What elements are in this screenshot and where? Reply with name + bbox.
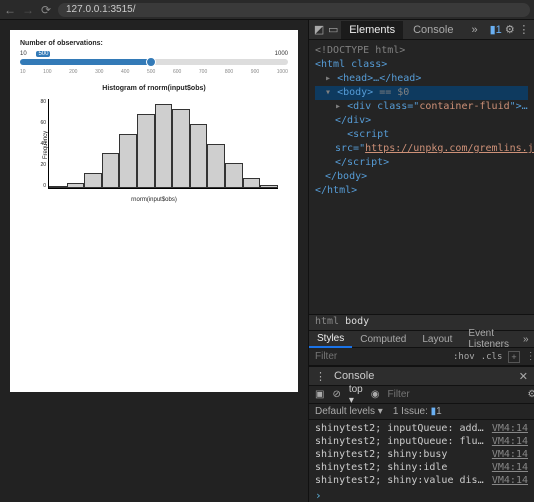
plot-xlabel: rnorm(input$obs) xyxy=(20,197,288,203)
tab-elements[interactable]: Elements xyxy=(341,21,403,39)
console-source-link[interactable]: VM4:14 xyxy=(492,436,528,447)
tab-more[interactable]: » xyxy=(463,21,485,39)
inspect-icon[interactable]: ◩ xyxy=(313,23,325,36)
slider-fill xyxy=(20,59,151,65)
dom-html-close: </html> xyxy=(315,184,528,198)
dom-tree[interactable]: <!DOCTYPE html> <html class> ▸ <head>…</… xyxy=(309,40,534,314)
close-icon[interactable]: ✕ xyxy=(519,370,528,383)
tab-console[interactable]: Console xyxy=(405,21,461,39)
forward-icon[interactable]: → xyxy=(22,3,34,17)
slider-min: 10 xyxy=(20,51,27,57)
console-source-link[interactable]: VM4:14 xyxy=(492,423,528,434)
styles-filter-row: :hov .cls + ⋮ xyxy=(309,348,534,366)
reload-icon[interactable]: ⟳ xyxy=(40,3,52,17)
issues-indicator[interactable]: ▮1 xyxy=(490,23,502,36)
tab-computed[interactable]: Computed xyxy=(352,332,414,347)
dom-script-src[interactable]: https://unpkg.com/gremlins.js xyxy=(365,143,534,154)
drawer-kebab-icon[interactable]: ⋮ xyxy=(315,370,326,383)
dom-div-class: container-fluid xyxy=(419,101,509,112)
console-row: shinytest2; inputQueue: adding obsVM4:14 xyxy=(309,422,534,435)
console-settings-icon[interactable]: ⚙ xyxy=(527,389,534,400)
plot-yticks: 020406080 xyxy=(38,99,46,189)
console-status: Default levels ▾ 1 Issue: ▮1 xyxy=(309,404,534,420)
plot-title: Histogram of rnorm(input$obs) xyxy=(20,85,288,92)
expand-icon[interactable]: ▾ xyxy=(325,87,331,98)
dom-body-open[interactable]: <body> xyxy=(337,87,373,98)
gear-icon[interactable]: ⚙ xyxy=(504,23,516,36)
rendered-page: Number of observations: 10 500 1000 1010… xyxy=(0,20,308,502)
console-row: shinytest2; inputQueue: flushing obsVM4:… xyxy=(309,435,534,448)
obs-slider[interactable] xyxy=(20,59,288,65)
tab-styles-more[interactable]: » xyxy=(517,332,534,347)
console-messages: shinytest2; inputQueue: adding obsVM4:14… xyxy=(309,420,534,489)
console-filter-input[interactable] xyxy=(387,389,519,400)
expand-icon[interactable]: ▸ xyxy=(335,101,341,112)
console-context[interactable]: top ▾ xyxy=(349,384,363,406)
dom-selected-badge: == $0 xyxy=(379,87,409,98)
new-style-rule[interactable]: + xyxy=(508,351,519,363)
device-icon[interactable]: ▭ xyxy=(327,23,339,36)
cls-toggle[interactable]: .cls xyxy=(481,352,503,362)
styles-tabbar: Styles Computed Layout Event Listeners » xyxy=(309,330,534,348)
dom-doctype: <!DOCTYPE html> xyxy=(315,44,528,58)
browser-url-bar: ← → ⟳ 127.0.0.1:3515/ xyxy=(0,0,534,20)
breadcrumb-body[interactable]: body xyxy=(345,316,369,327)
devtools-panel: ◩ ▭ Elements Console » ▮1 ⚙ ⋮ <!DOCTYPE … xyxy=(308,20,534,502)
console-source-link[interactable]: VM4:14 xyxy=(492,475,528,486)
kebab-icon[interactable]: ⋮ xyxy=(518,23,530,36)
slider-ticks: 101002003004005006007008009001000 xyxy=(20,69,288,75)
styles-more-icon[interactable]: ⋮ xyxy=(526,351,534,362)
console-drawer-header: ⋮ Console ✕ xyxy=(309,366,534,386)
console-sidebar-icon[interactable]: ▣ xyxy=(315,389,324,400)
slider-max: 1000 xyxy=(275,51,288,57)
dom-head[interactable]: <head>…</head> xyxy=(337,73,421,84)
tab-styles[interactable]: Styles xyxy=(309,331,352,348)
slider-label: Number of observations: xyxy=(20,40,288,47)
console-source-link[interactable]: VM4:14 xyxy=(492,449,528,460)
histogram-bars xyxy=(49,99,278,188)
histogram-plot: Histogram of rnorm(input$obs) Frequency … xyxy=(20,85,288,205)
console-row: shinytest2; shiny:busyVM4:14 xyxy=(309,448,534,461)
plot-area xyxy=(48,99,278,189)
console-source-link[interactable]: VM4:14 xyxy=(492,462,528,473)
console-drawer-title: Console xyxy=(334,370,374,382)
shiny-app: Number of observations: 10 500 1000 1010… xyxy=(10,30,298,392)
dom-script-close: </script> xyxy=(315,156,528,170)
slider-thumb[interactable] xyxy=(146,57,156,67)
dom-body-close: </body> xyxy=(315,170,528,184)
console-toolbar: ▣ ⊘ top ▾ ◉ ⚙ xyxy=(309,386,534,404)
issues-summary[interactable]: 1 Issue: ▮1 xyxy=(393,406,442,417)
hov-toggle[interactable]: :hov xyxy=(453,352,475,362)
expand-icon[interactable]: ▸ xyxy=(325,73,331,84)
console-prompt[interactable]: › xyxy=(309,489,534,502)
breadcrumb-html[interactable]: html xyxy=(315,316,339,327)
log-levels[interactable]: Default levels ▾ xyxy=(315,406,383,417)
devtools-tabbar: ◩ ▭ Elements Console » ▮1 ⚙ ⋮ xyxy=(309,20,534,40)
dom-html-open[interactable]: <html class> xyxy=(315,59,387,70)
styles-filter-input[interactable] xyxy=(315,351,447,362)
console-row: shinytest2; shiny:value distPlotVM4:14 xyxy=(309,474,534,487)
clear-console-icon[interactable]: ⊘ xyxy=(332,389,340,400)
live-expression-icon[interactable]: ◉ xyxy=(371,389,380,400)
back-icon[interactable]: ← xyxy=(4,3,16,17)
slider-value-badge: 500 xyxy=(36,51,50,57)
url-input[interactable]: 127.0.0.1:3515/ xyxy=(58,3,530,17)
tab-layout[interactable]: Layout xyxy=(414,332,460,347)
dom-div[interactable]: <div class=" xyxy=(347,101,419,112)
slider-endpoints: 10 500 1000 xyxy=(20,51,288,57)
console-row: shinytest2; shiny:idleVM4:14 xyxy=(309,461,534,474)
